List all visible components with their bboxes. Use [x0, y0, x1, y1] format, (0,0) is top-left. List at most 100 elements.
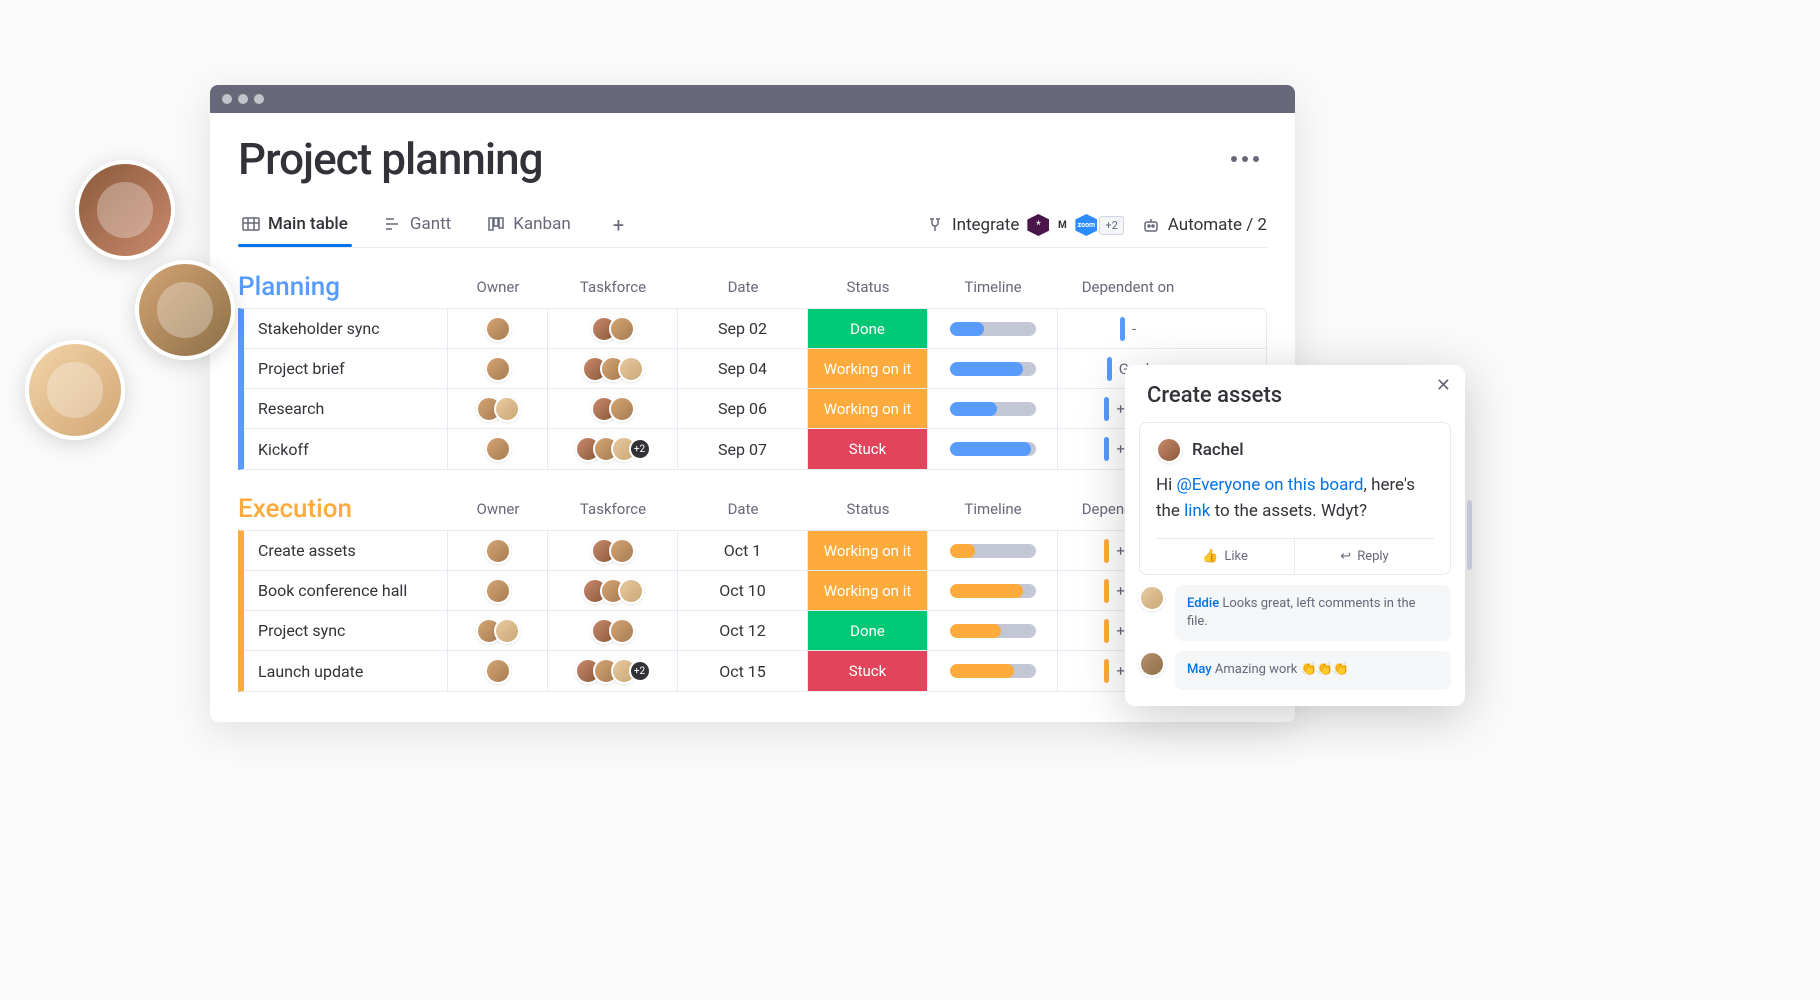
floating-avatar [75, 160, 175, 260]
owner-cell[interactable] [448, 611, 548, 650]
table-row[interactable]: Create assetsOct 1Working on it+Add [244, 531, 1266, 571]
table-row[interactable]: Project briefSep 04Working on itGoal [244, 349, 1266, 389]
link[interactable]: link [1184, 501, 1210, 521]
owner-cell[interactable] [448, 651, 548, 691]
status-cell[interactable]: Stuck [808, 429, 928, 469]
floating-avatar [135, 260, 235, 360]
date-cell[interactable]: Sep 04 [678, 349, 808, 388]
window-control-dot[interactable] [254, 94, 264, 104]
table-row[interactable]: ResearchSep 06Working on it+Add [244, 389, 1266, 429]
tab-label: Main table [268, 214, 348, 234]
avatar [618, 356, 644, 382]
date-cell[interactable]: Oct 12 [678, 611, 808, 650]
group-title[interactable]: Planning [238, 272, 448, 302]
owner-cell[interactable] [448, 571, 548, 610]
avatar [609, 618, 635, 644]
taskforce-cell[interactable] [548, 309, 678, 348]
reply-text: Looks great, left comments in the file. [1187, 596, 1416, 629]
status-cell[interactable]: Done [808, 309, 928, 348]
add-view-button[interactable]: + [603, 203, 634, 247]
automate-button[interactable]: Automate / 2 [1142, 215, 1267, 235]
item-name-cell[interactable]: Book conference hall [244, 571, 448, 610]
taskforce-cell[interactable]: +2 [548, 429, 678, 469]
taskforce-cell[interactable] [548, 571, 678, 610]
comment-body: Hi @Everyone on this board, here's the l… [1156, 473, 1434, 524]
owner-cell[interactable] [448, 349, 548, 388]
window-control-dot[interactable] [222, 94, 232, 104]
table-row[interactable]: Launch update+2Oct 15Stuck+Add [244, 651, 1266, 691]
item-name-cell[interactable]: Launch update [244, 651, 448, 691]
avatar [485, 658, 511, 684]
item-name-cell[interactable]: Research [244, 389, 448, 428]
item-name-cell[interactable]: Project sync [244, 611, 448, 650]
taskforce-cell[interactable]: +2 [548, 651, 678, 691]
owner-cell[interactable] [448, 389, 548, 428]
dependency-cell[interactable]: - [1058, 309, 1198, 348]
integrate-button[interactable]: Integrate * M zoom +2 [926, 214, 1124, 236]
timeline-cell[interactable] [928, 389, 1058, 428]
reply-avatar [1139, 651, 1165, 677]
date-cell[interactable]: Oct 15 [678, 651, 808, 691]
item-name-cell[interactable]: Stakeholder sync [244, 309, 448, 348]
timeline-cell[interactable] [928, 309, 1058, 348]
tab-main-table[interactable]: Main table [238, 204, 352, 246]
table-row[interactable]: Kickoff+2Sep 07Stuck+Add [244, 429, 1266, 469]
date-cell[interactable]: Sep 07 [678, 429, 808, 469]
window-titlebar [210, 85, 1295, 113]
owner-cell[interactable] [448, 429, 548, 469]
more-button[interactable] [1223, 148, 1267, 170]
owner-cell[interactable] [448, 309, 548, 348]
column-header: Taskforce [548, 500, 678, 518]
comment-avatar [1156, 437, 1182, 463]
timeline-cell[interactable] [928, 571, 1058, 610]
status-cell[interactable]: Working on it [808, 571, 928, 610]
tab-gantt[interactable]: Gantt [380, 204, 455, 246]
owner-cell[interactable] [448, 531, 548, 570]
taskforce-cell[interactable] [548, 611, 678, 650]
table-row[interactable]: Book conference hallOct 10Working on it+… [244, 571, 1266, 611]
timeline-cell[interactable] [928, 611, 1058, 650]
board-title: Project planning [238, 133, 543, 185]
window-control-dot[interactable] [238, 94, 248, 104]
avatar-more-badge: +2 [629, 660, 651, 682]
taskforce-cell[interactable] [548, 531, 678, 570]
item-name-cell[interactable]: Project brief [244, 349, 448, 388]
table-row[interactable]: Stakeholder sync Sep 02Done - [244, 309, 1266, 349]
mention[interactable]: @Everyone on this board [1176, 475, 1363, 495]
table-row[interactable]: Project syncOct 12Done+Add [244, 611, 1266, 651]
taskforce-cell[interactable] [548, 349, 678, 388]
reply-author[interactable]: May [1187, 662, 1212, 677]
comment-panel: ✕ Create assets Rachel Hi @Everyone on t… [1125, 365, 1465, 706]
status-cell[interactable]: Working on it [808, 389, 928, 428]
tab-kanban[interactable]: Kanban [483, 204, 574, 246]
avatar [609, 538, 635, 564]
avatar [494, 618, 520, 644]
status-cell[interactable]: Stuck [808, 651, 928, 691]
reply-avatar [1139, 585, 1165, 611]
date-cell[interactable]: Sep 06 [678, 389, 808, 428]
timeline-cell[interactable] [928, 349, 1058, 388]
status-cell[interactable]: Working on it [808, 531, 928, 570]
taskforce-cell[interactable] [548, 389, 678, 428]
like-button[interactable]: 👍 Like [1156, 539, 1295, 574]
date-cell[interactable]: Sep 02 [678, 309, 808, 348]
kanban-icon [487, 215, 505, 233]
item-name-cell[interactable]: Kickoff [244, 429, 448, 469]
column-header: Owner [448, 278, 548, 296]
status-cell[interactable]: Working on it [808, 349, 928, 388]
close-button[interactable]: ✕ [1436, 375, 1451, 396]
group-title[interactable]: Execution [238, 494, 448, 524]
reply-item: May Amazing work 👏👏👏 [1139, 651, 1451, 689]
reply-button[interactable]: ↩ Reply [1295, 539, 1434, 574]
timeline-cell[interactable] [928, 429, 1058, 469]
timeline-cell[interactable] [928, 531, 1058, 570]
column-header: Date [678, 500, 808, 518]
date-cell[interactable]: Oct 1 [678, 531, 808, 570]
item-name-cell[interactable]: Create assets [244, 531, 448, 570]
reply-author[interactable]: Eddie [1187, 596, 1219, 611]
timeline-cell[interactable] [928, 651, 1058, 691]
scrollbar-thumb[interactable] [1467, 500, 1472, 570]
column-header: Status [808, 500, 928, 518]
status-cell[interactable]: Done [808, 611, 928, 650]
date-cell[interactable]: Oct 10 [678, 571, 808, 610]
